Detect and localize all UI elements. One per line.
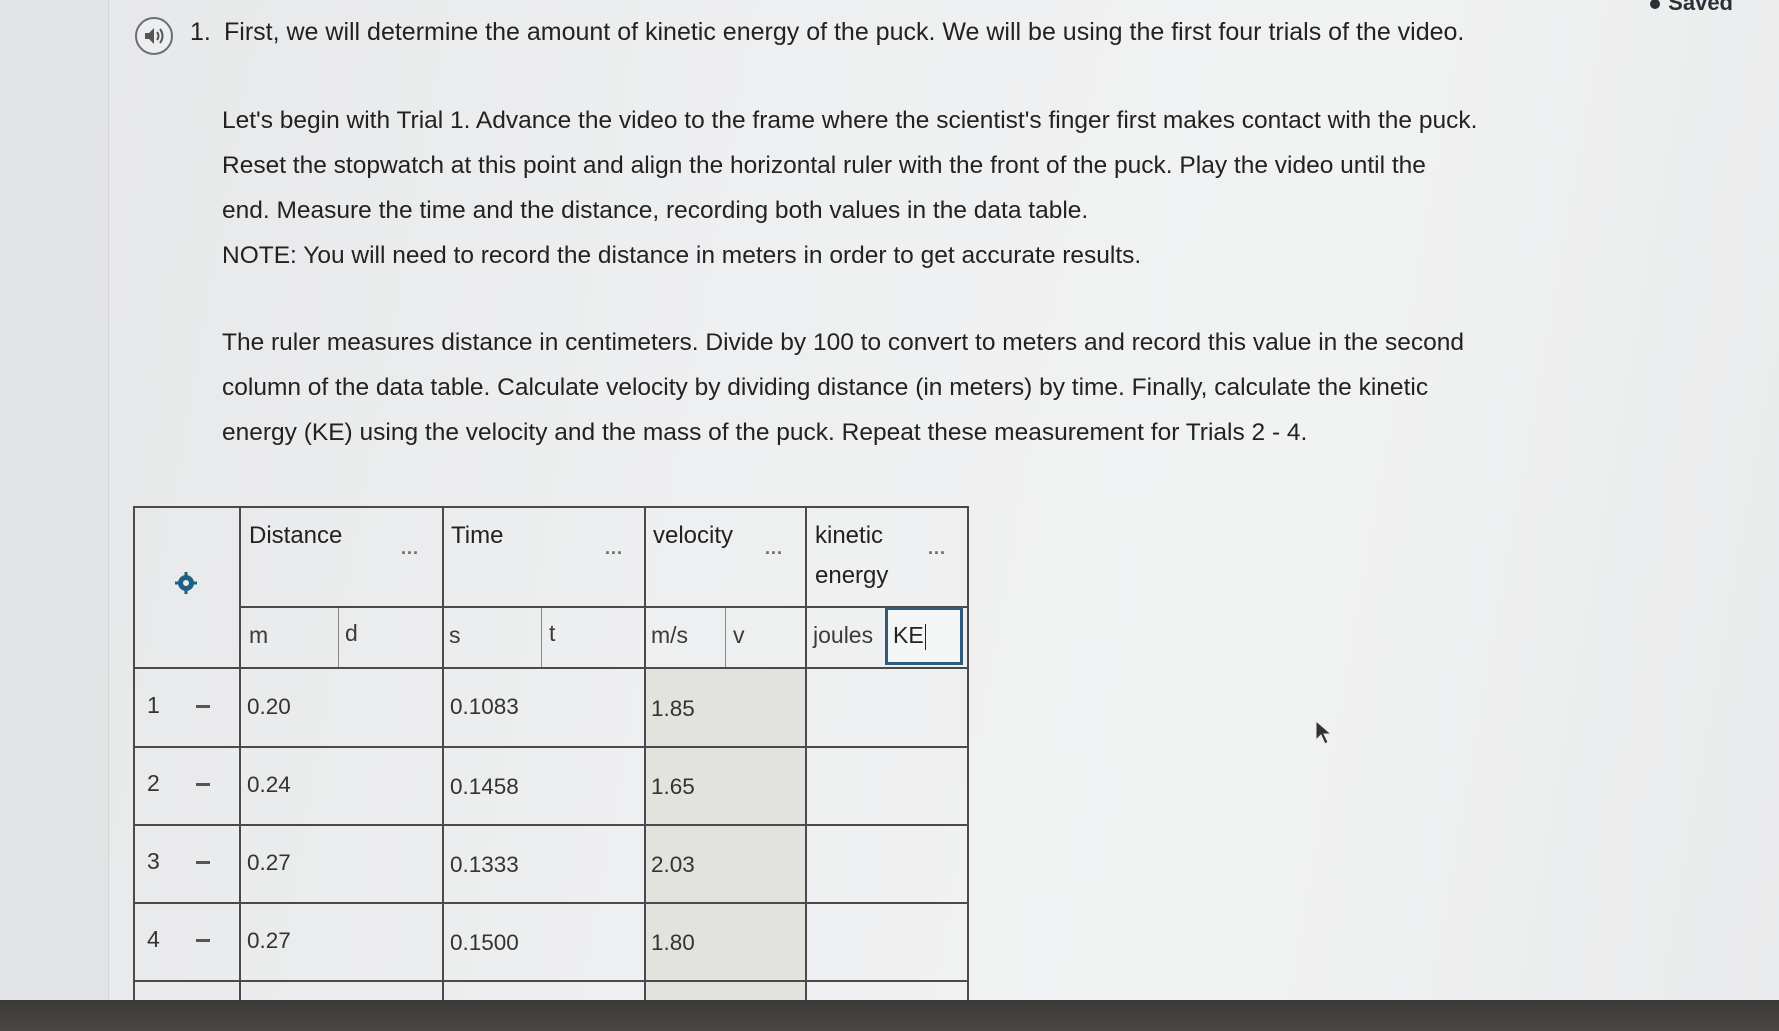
row-number: 4 [147,926,160,952]
cell-time[interactable]: 0.1458 [450,774,519,800]
cell-distance[interactable]: 0.20 [247,694,291,720]
header-kinetic: kinetic [815,522,884,549]
cell-time[interactable]: 0.1500 [450,930,519,956]
instructions-paragraph-2: The ruler measures distance in centimete… [222,320,1464,455]
unit-time[interactable]: s [449,622,461,649]
row-dash [196,939,210,942]
unit-kinetic-energy[interactable]: joules [813,622,873,649]
saved-status: Saved [1650,0,1733,16]
speaker-icon [145,28,164,44]
paragraph-line: Reset the stopwatch at this point and al… [222,152,1426,179]
mouse-pointer-icon [1315,720,1333,745]
column-menu-velocity[interactable]: ... [765,538,783,559]
paragraph-line: column of the data table. Calculate velo… [222,374,1429,401]
column-menu-distance[interactable]: ... [401,538,419,559]
paragraph-line: NOTE: You will need to record the distan… [222,242,1142,269]
paragraph-line: The ruler measures distance in centimete… [222,329,1464,356]
var-time[interactable]: t [549,620,555,647]
var-velocity[interactable]: v [733,622,745,649]
column-menu-kinetic-energy[interactable]: ... [928,538,946,559]
cell-distance[interactable]: 0.24 [247,772,291,798]
cell-distance[interactable]: 0.27 [247,928,291,954]
screen-bottom-edge [0,1000,1779,1031]
header-time: Time [451,522,504,549]
left-margin [0,0,109,1000]
row-dash [196,705,210,708]
cell-time[interactable]: 0.1083 [450,694,519,720]
ke-variable-input[interactable]: KE [885,607,963,665]
cell-distance[interactable]: 0.27 [247,850,291,876]
unit-distance[interactable]: m [249,622,268,649]
saved-dot-icon [1650,0,1661,10]
paragraph-line: Let's begin with Trial 1. Advance the vi… [222,107,1478,134]
column-menu-time[interactable]: ... [605,538,623,559]
row-dash [196,783,210,786]
header-velocity: velocity [653,522,734,549]
worksheet-page: Saved 1. First, we will determine the am… [0,0,1779,1000]
settings-gear-icon[interactable] [175,572,197,594]
data-table: Distance ... Time ... velocity ... kinet… [133,506,973,1000]
cell-velocity: 1.65 [651,774,695,799]
text-caret [924,623,926,650]
question-number: 1. [190,18,211,46]
var-distance[interactable]: d [345,620,358,647]
row-number: 3 [147,848,160,874]
row-dash [196,861,210,864]
header-distance: Distance [249,522,343,549]
audio-button[interactable] [135,17,173,55]
row-number: 2 [147,770,160,796]
row-number: 1 [147,692,160,718]
unit-velocity[interactable]: m/s [651,622,688,649]
cell-velocity: 1.80 [651,930,695,955]
question-title: First, we will determine the amount of k… [224,18,1465,46]
instructions-paragraph-1: Let's begin with Trial 1. Advance the vi… [222,98,1477,278]
paragraph-line: end. Measure the time and the distance, … [222,197,1089,224]
cell-time[interactable]: 0.1333 [450,852,519,878]
header-energy: energy [815,562,889,589]
cell-velocity: 1.85 [651,696,695,721]
cell-velocity: 2.03 [651,852,695,877]
paragraph-line: energy (KE) using the velocity and the m… [222,419,1308,446]
